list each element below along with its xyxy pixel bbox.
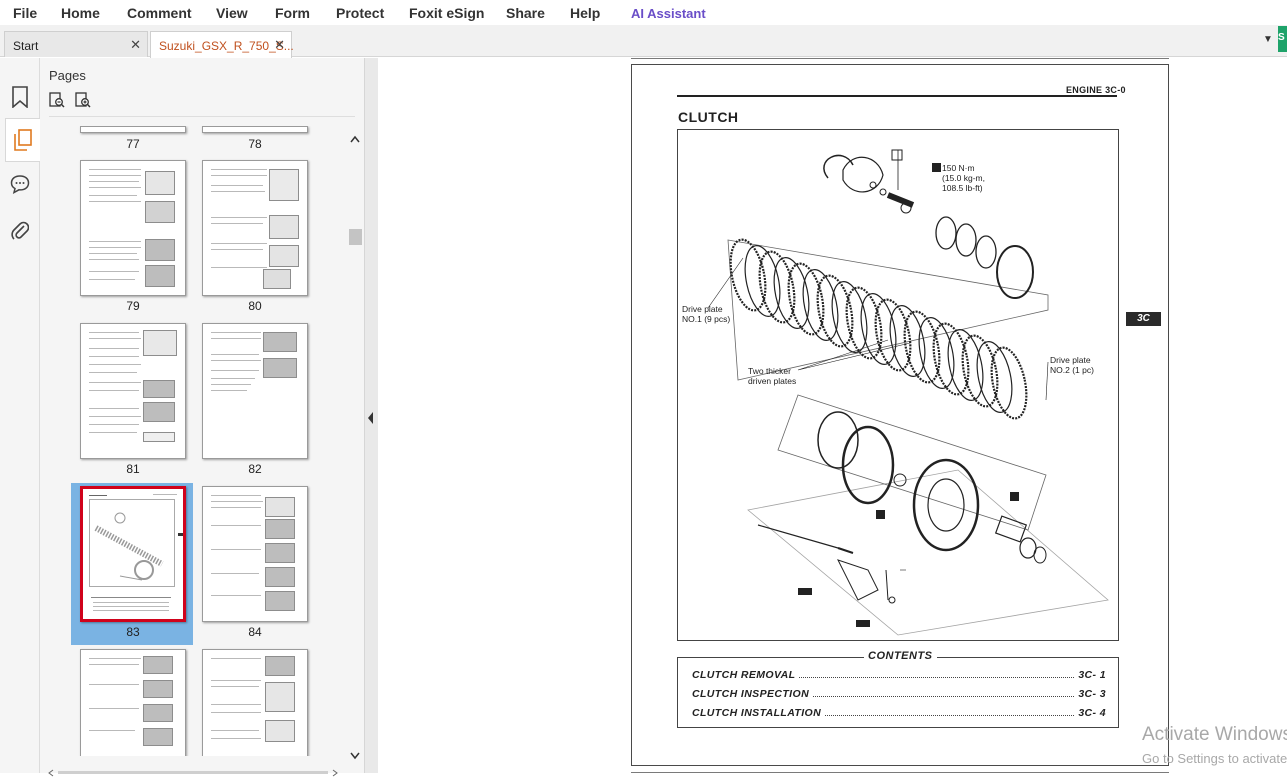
toc-item-name: CLUTCH INSPECTION bbox=[692, 688, 810, 700]
clutch-plate bbox=[729, 238, 767, 312]
page-number: 83 bbox=[126, 625, 140, 639]
menu-bar: File Home Comment View Form Protect Foxi… bbox=[0, 0, 1287, 25]
attachment-icon[interactable] bbox=[6, 214, 34, 248]
close-icon[interactable]: ✕ bbox=[274, 37, 285, 53]
drive-plate-no1-line2: NO.1 (9 pcs) bbox=[682, 314, 731, 324]
toc-row[interactable]: CLUTCH INSTALLATION 3C- 4 bbox=[692, 707, 1106, 719]
page-thumbnail[interactable] bbox=[80, 160, 186, 296]
menu-home[interactable]: Home bbox=[61, 5, 100, 21]
toc-row[interactable]: CLUTCH INSPECTION 3C- 3 bbox=[692, 688, 1106, 700]
thumbnail-scrollbar[interactable] bbox=[348, 133, 362, 763]
page-number: 80 bbox=[248, 299, 262, 313]
page-header: ENGINE 3C-0 bbox=[1066, 85, 1126, 95]
page-number: 79 bbox=[126, 299, 140, 313]
panel-toolbar bbox=[49, 92, 91, 113]
tab-document[interactable]: Suzuki_GSX_R_750_S... ✕ bbox=[150, 31, 294, 58]
page-thumbnail[interactable] bbox=[202, 160, 308, 296]
page-number: 84 bbox=[248, 625, 262, 639]
page-number: 81 bbox=[126, 462, 140, 476]
section-tab-marker: 3C bbox=[1126, 312, 1161, 326]
clutch-exploded-diagram: 150 N·m (15.0 kg-m, 108.5 lb-ft) Drive p… bbox=[677, 129, 1119, 641]
menu-ai-assistant[interactable]: AI Assistant bbox=[631, 6, 706, 21]
pages-panel: Pages 77 78 79 80 81 82 83 84 bbox=[40, 58, 364, 777]
menu-file[interactable]: File bbox=[13, 5, 37, 21]
tab-start-label: Start bbox=[13, 39, 39, 53]
page-thumbnail[interactable] bbox=[202, 126, 308, 133]
page-number: 77 bbox=[126, 137, 140, 151]
torque-label-line3: 108.5 lb-ft) bbox=[942, 183, 983, 193]
page-thumbnail[interactable] bbox=[80, 126, 186, 133]
menu-view[interactable]: View bbox=[216, 5, 248, 21]
comment-icon[interactable] bbox=[6, 167, 34, 201]
page-thumbnail[interactable] bbox=[80, 649, 186, 756]
torque-label-line1: 150 N·m bbox=[942, 163, 975, 173]
menu-protect[interactable]: Protect bbox=[336, 5, 384, 21]
toc-item-page: 3C- 1 bbox=[1078, 669, 1106, 681]
toc-item-name: CLUTCH REMOVAL bbox=[692, 669, 796, 681]
toc-row[interactable]: CLUTCH REMOVAL 3C- 1 bbox=[692, 669, 1106, 681]
activation-watermark-title: Activate Windows bbox=[1142, 724, 1287, 745]
side-rail bbox=[0, 58, 40, 773]
zoom-in-thumbnail-icon[interactable] bbox=[75, 92, 91, 113]
drive-plate-no2-line2: NO.2 (1 pc) bbox=[1050, 365, 1094, 375]
pdf-page: ENGINE 3C-0 CLUTCH 150 N·m (15.0 kg-m, 1… bbox=[631, 64, 1169, 766]
tab-bar: Start ✕ Suzuki_GSX_R_750_S... ✕ ▼ bbox=[0, 25, 1287, 58]
drive-plate-no2-line1: Drive plate bbox=[1050, 355, 1091, 365]
toc-item-page: 3C- 3 bbox=[1078, 688, 1106, 700]
page-title: CLUTCH bbox=[678, 109, 739, 125]
menu-form[interactable]: Form bbox=[275, 5, 310, 21]
drive-plate-no1-line1: Drive plate bbox=[682, 304, 723, 314]
menu-comment[interactable]: Comment bbox=[127, 5, 192, 21]
page-thumbnail[interactable] bbox=[202, 323, 308, 459]
page-thumbnail-selected[interactable] bbox=[80, 486, 186, 622]
page-number: 82 bbox=[248, 462, 262, 476]
document-view[interactable]: ENGINE 3C-0 CLUTCH 150 N·m (15.0 kg-m, 1… bbox=[378, 58, 1287, 773]
zoom-out-thumbnail-icon[interactable] bbox=[49, 92, 65, 113]
toc-item-name: CLUTCH INSTALLATION bbox=[692, 707, 822, 719]
driven-plates-line1: Two thicker bbox=[748, 366, 791, 376]
menu-help[interactable]: Help bbox=[570, 5, 600, 21]
divider bbox=[49, 116, 355, 117]
menu-share[interactable]: Share bbox=[506, 5, 545, 21]
page-number: 78 bbox=[248, 137, 262, 151]
contents-title: CONTENTS bbox=[864, 650, 937, 662]
tab-start[interactable]: Start ✕ bbox=[4, 31, 148, 57]
torque-label-line2: (15.0 kg-m, bbox=[942, 173, 985, 183]
pages-icon[interactable] bbox=[5, 118, 40, 162]
page-edge bbox=[631, 58, 1169, 59]
page-thumbnail[interactable] bbox=[202, 649, 308, 756]
chevron-down-icon[interactable]: ▼ bbox=[1263, 34, 1273, 45]
activation-watermark-subtitle: Go to Settings to activate Windows. bbox=[1142, 751, 1287, 766]
thumbnail-list: 77 78 79 80 81 82 83 84 bbox=[40, 126, 346, 756]
menu-foxit-esign[interactable]: Foxit eSign bbox=[409, 5, 484, 21]
close-icon[interactable]: ✕ bbox=[130, 37, 141, 53]
driven-plates-line2: driven plates bbox=[748, 376, 797, 386]
horizontal-scrollbar[interactable] bbox=[40, 764, 346, 777]
page-thumbnail[interactable] bbox=[202, 486, 308, 622]
header-rule bbox=[677, 95, 1117, 97]
toc-item-page: 3C- 4 bbox=[1078, 707, 1106, 719]
green-app-button[interactable]: S bbox=[1278, 26, 1287, 52]
panel-title: Pages bbox=[49, 68, 86, 83]
page-thumbnail[interactable] bbox=[80, 323, 186, 459]
contents-box: CONTENTS CLUTCH REMOVAL 3C- 1 CLUTCH INS… bbox=[677, 650, 1119, 728]
bookmark-icon[interactable] bbox=[6, 80, 34, 114]
panel-splitter[interactable] bbox=[364, 58, 378, 773]
